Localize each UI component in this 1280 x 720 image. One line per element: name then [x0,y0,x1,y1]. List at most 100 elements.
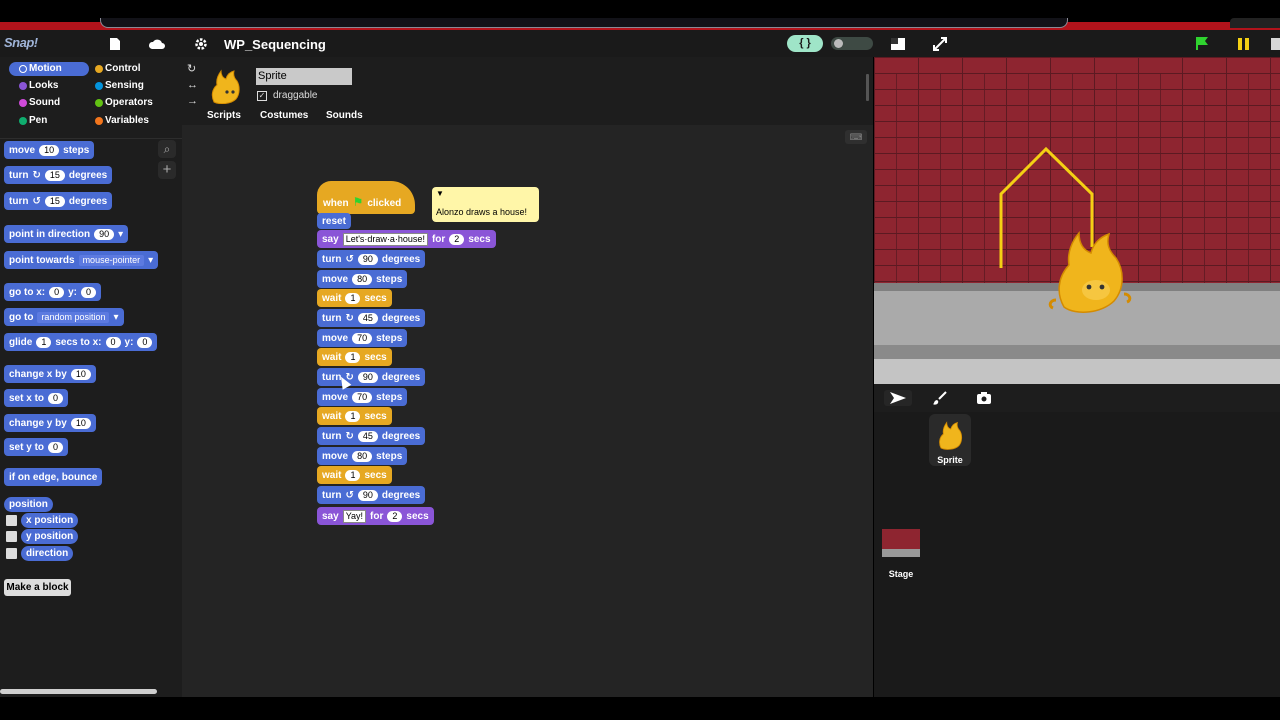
category-operators[interactable]: Operators [85,96,165,110]
stage[interactable] [874,57,1280,384]
file-icon[interactable] [106,35,124,53]
wait-block[interactable]: wait 1 secs [317,348,392,366]
settings-gear-icon[interactable] [192,35,210,53]
browser-chrome [0,0,1280,30]
project-title: WP_Sequencing [224,37,326,52]
palette-turn-counterclockwise-block[interactable]: turn ↺ 15 degrees [4,192,113,210]
pause-icon[interactable] [1238,38,1250,50]
palette-bounce-block[interactable]: if on edge, bounce [4,468,103,486]
category-looks[interactable]: Looks [9,79,89,93]
turn-block[interactable]: turn ↺ 90 degrees [317,250,426,268]
palette-change-x-block[interactable]: change x by 10 [4,365,96,383]
turn-block[interactable]: turn ↻ 45 degrees [317,427,426,445]
palette-point-direction-block[interactable]: point in direction 90 ▾ [4,225,129,243]
when-flag-clicked-hat-block[interactable]: when ⚑ clicked [317,181,415,214]
rotate-freely-icon[interactable]: ↻ [187,61,199,77]
browser-url-bar[interactable] [100,18,1068,28]
rotate-counterclockwise-icon: ↺ [345,489,354,501]
palette-move-block[interactable]: move 10 steps [4,141,95,159]
tab-scripts[interactable]: Scripts [207,110,241,121]
no-rotate-icon[interactable]: → [187,93,199,109]
green-flag-icon[interactable] [1195,36,1209,54]
corral-toolbar [874,384,1280,412]
x-position-checkbox[interactable] [6,515,17,526]
snap-logo[interactable]: Snap! [4,35,38,50]
draggable-option[interactable]: ✓ draggable [257,90,317,101]
palette-go-to-xy-block[interactable]: go to x: 0 y: 0 [4,283,102,301]
stage-size-toggle[interactable] [831,37,873,50]
palette-point-towards-block[interactable]: point towards mouse-pointer ▾ [4,251,159,269]
collapse-comment-icon[interactable]: ▼ [436,189,444,198]
dropdown-arrow-icon[interactable]: ▾ [113,312,118,323]
screen-bottom-edge [0,697,1280,720]
left-right-icon[interactable]: ↔ [187,77,199,93]
tab-costumes[interactable]: Costumes [260,110,308,121]
category-motion[interactable]: Motion [9,62,89,76]
draggable-checkbox[interactable]: ✓ [257,90,267,101]
reset-block[interactable]: reset [317,213,351,229]
dropdown-arrow-icon[interactable]: ▾ [148,255,153,266]
pane-resize-handle[interactable] [866,74,869,101]
search-blocks-icon[interactable]: ⌕ [158,140,176,158]
category-control[interactable]: Control [85,62,165,76]
category-sensing[interactable]: Sensing [85,79,165,93]
palette-direction-reporter[interactable]: direction [21,546,74,561]
direction-checkbox[interactable] [6,548,17,559]
move-block[interactable]: move 70 steps [317,329,408,347]
turtle-arrow-icon[interactable] [884,390,912,406]
move-block[interactable]: move 80 steps [317,270,408,288]
palette-set-x-block[interactable]: set x to 0 [4,389,69,407]
say-for-secs-block[interactable]: say Let's·draw·a·house! for 2 secs [317,230,496,248]
script-comment[interactable]: ▼ Alonzo draws a house! [432,187,539,222]
sprite-costume-icon [211,69,240,104]
top-bar: Snap! WP_Sequencing { } [0,30,1280,57]
category-divider [0,138,182,139]
browser-side-tab [1230,18,1280,28]
palette-glide-block[interactable]: glide 1 secs to x: 0 y: 0 [4,333,158,351]
dropdown-arrow-icon[interactable]: ▾ [118,229,123,240]
keyboard-icon[interactable]: ⌨ [845,130,867,144]
stage-thumbnail[interactable] [882,529,920,557]
stage-thumbnail-label: Stage [888,569,914,579]
comment-text[interactable]: Alonzo draws a house! [436,207,527,217]
move-block[interactable]: move 70 steps [317,388,408,406]
fullscreen-icon[interactable] [931,35,949,53]
paint-brush-icon[interactable] [926,390,954,406]
stop-icon[interactable] [1271,38,1280,50]
sprite-thumbnail-label: Sprite [937,455,963,465]
palette-turn-clockwise-block[interactable]: turn ↻ 15 degrees [4,166,113,184]
wait-block[interactable]: wait 1 secs [317,407,392,425]
category-variables[interactable]: Variables [85,114,165,128]
wait-block[interactable]: wait 1 secs [317,289,392,307]
tab-sounds[interactable]: Sounds [326,110,363,121]
palette-x-position-reporter[interactable]: x position [21,513,79,528]
turn-block[interactable]: turn ↺ 90 degrees [317,486,426,504]
palette-position-reporter[interactable]: position [4,497,53,512]
make-a-block-button[interactable]: Make a block [4,579,71,596]
cloud-icon[interactable] [148,35,166,53]
category-pen[interactable]: Pen [9,114,89,128]
sprite-name-field[interactable]: Sprite [256,68,352,85]
category-sound[interactable]: Sound [9,96,89,110]
camera-icon[interactable] [970,390,998,406]
green-flag-icon: ⚑ [352,195,364,209]
rotation-style-buttons[interactable]: ↻ ↔ → [187,61,199,109]
wait-block[interactable]: wait 1 secs [317,466,392,484]
palette-change-y-block[interactable]: change y by 10 [4,414,96,432]
say-for-secs-block[interactable]: say Yay! for 2 secs [317,507,434,525]
alonzo-sprite[interactable] [1046,212,1136,322]
palette-set-y-block[interactable]: set y to 0 [4,438,69,456]
palette-y-position-reporter[interactable]: y position [21,529,79,544]
normal-stage-icon[interactable] [889,35,907,53]
move-block[interactable]: move 80 steps [317,447,408,465]
blocks-toggle-button[interactable]: { } [787,35,823,52]
draggable-label: draggable [273,90,318,101]
turn-block[interactable]: turn ↻ 90 degrees [317,368,426,386]
add-block-icon[interactable]: + [158,161,176,179]
toggle-knob-icon [834,39,843,48]
rotate-clockwise-icon: ↻ [345,312,354,324]
y-position-checkbox[interactable] [6,531,17,542]
palette-scrollbar[interactable] [0,689,157,694]
palette-go-to-block[interactable]: go to random position ▾ [4,308,124,326]
turn-block[interactable]: turn ↻ 45 degrees [317,309,426,327]
